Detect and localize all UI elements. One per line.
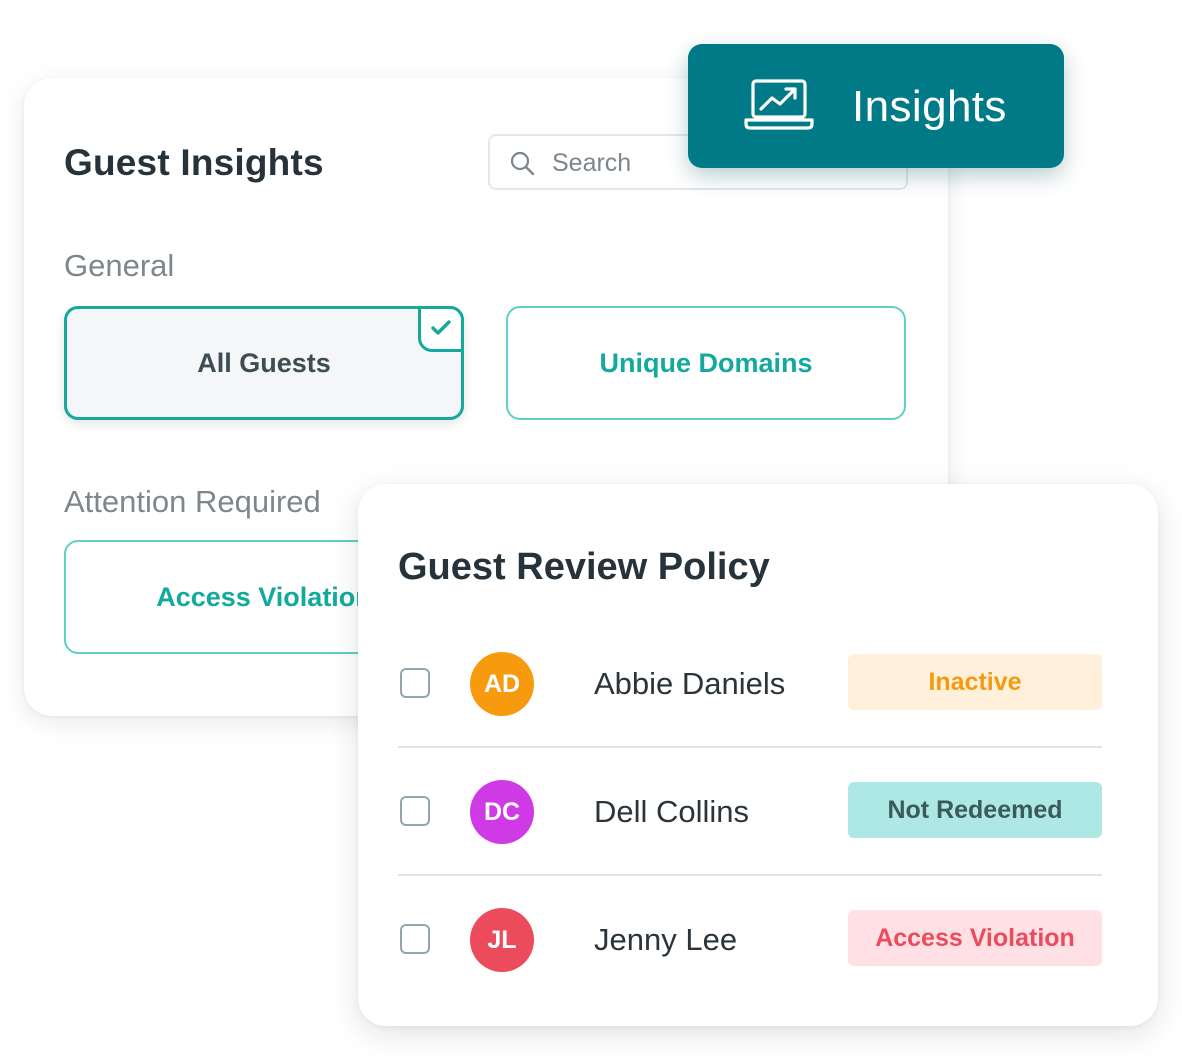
search-placeholder: Search — [552, 149, 632, 177]
avatar: AD — [470, 652, 534, 716]
section-label-attention: Attention Required — [64, 484, 321, 519]
policy-title: Guest Review Policy — [398, 546, 770, 588]
list-item: AD Abbie Daniels Inactive — [398, 620, 1102, 748]
status-badge: Access Violation — [848, 910, 1102, 966]
option-label: Access Violation — [156, 581, 372, 612]
list-item: JL Jenny Lee Access Violation — [398, 876, 1102, 1004]
row-checkbox[interactable] — [400, 796, 430, 826]
option-label: Unique Domains — [599, 347, 813, 378]
search-icon — [510, 151, 535, 176]
avatar: DC — [470, 780, 534, 844]
selected-check-tab — [418, 306, 464, 352]
row-checkbox[interactable] — [400, 924, 430, 954]
row-checkbox[interactable] — [400, 668, 430, 698]
guest-name: Dell Collins — [594, 794, 750, 829]
status-badge: Not Redeemed — [848, 782, 1102, 838]
option-unique-domains[interactable]: Unique Domains — [506, 306, 906, 420]
option-label: All Guests — [197, 347, 331, 378]
option-all-guests[interactable]: All Guests — [64, 306, 464, 420]
checkmark-icon — [431, 320, 451, 335]
guest-review-policy-card: Guest Review Policy AD Abbie Daniels Ina… — [358, 484, 1158, 1026]
page-title: Guest Insights — [64, 142, 324, 183]
status-badge: Inactive — [848, 654, 1102, 710]
avatar: JL — [470, 908, 534, 972]
guest-name: Jenny Lee — [594, 922, 738, 957]
stage: Guest Insights Search General All Guests… — [0, 0, 1182, 1058]
laptop-trend-icon — [744, 79, 814, 130]
section-label-general: General — [64, 248, 175, 283]
list-item: DC Dell Collins Not Redeemed — [398, 748, 1102, 876]
guest-name: Abbie Daniels — [594, 666, 786, 701]
insights-badge: Insights — [688, 44, 1064, 168]
insights-label: Insights — [852, 82, 1007, 131]
